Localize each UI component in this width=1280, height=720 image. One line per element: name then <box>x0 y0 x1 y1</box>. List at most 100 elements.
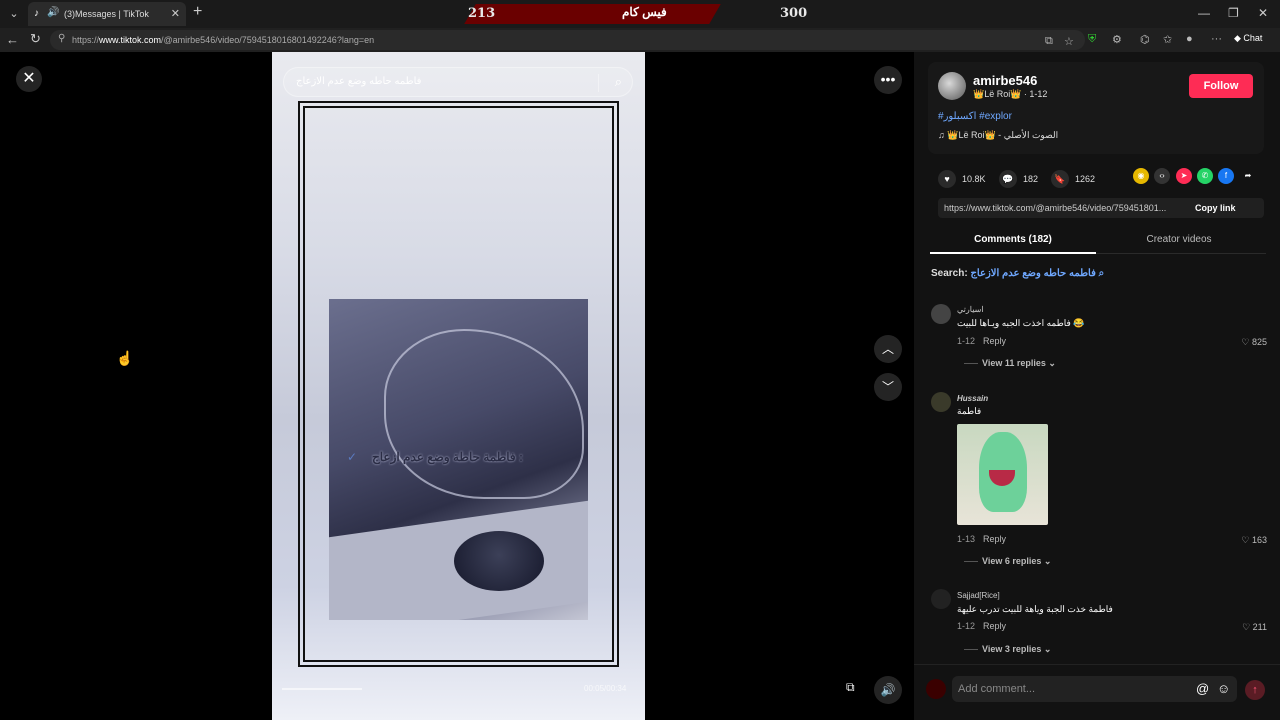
post-hashtags[interactable]: #اكسبلور #explor <box>938 111 1012 122</box>
bookmark-icon: 🔖 <box>1051 170 1069 188</box>
reply-button[interactable]: Reply <box>983 534 1006 544</box>
comment-input[interactable]: Add comment... @ ☺ <box>952 676 1237 702</box>
split-screen-icon[interactable]: ⌬ <box>1140 33 1150 46</box>
comment-like[interactable]: ♡ 163 <box>1241 535 1267 546</box>
video-search-query: فاطمه حاطه وضع عدم الازعاج <box>296 76 422 87</box>
comment-text: فاطمه اخذت الجبه ويـاها للبيت 😂 <box>957 318 1085 328</box>
back-arrow-icon[interactable]: ← <box>6 32 19 47</box>
share-arrow-icon[interactable]: ➦ <box>1240 168 1256 184</box>
video-progress-bar[interactable] <box>282 688 362 690</box>
maximize-icon[interactable]: ❐ <box>1228 6 1239 20</box>
commenter-avatar[interactable] <box>931 304 951 324</box>
facebook-icon[interactable]: f <box>1218 168 1234 184</box>
send-to-friend-icon[interactable]: ➤ <box>1176 168 1192 184</box>
comment-text: فاطمة خذت الجبة وياهة للبيت تدرب عليهة <box>957 604 1113 614</box>
commenter-avatar[interactable] <box>931 589 951 609</box>
browser-tab-bar: ⌄ ♪ 🔊 (3)Messages | TikTok ✕ + 213 فيس ك… <box>0 0 1280 28</box>
overlay-check-icon: ✓ <box>347 450 358 464</box>
browser-tab[interactable]: ♪ 🔊 (3)Messages | TikTok ✕ <box>28 2 186 26</box>
comment-count[interactable]: 💬 182 <box>999 170 1038 188</box>
commenter-name[interactable]: Sajjad[Rice] <box>957 591 1000 600</box>
address-bar-row: ← ↻ ⚲ https://www.tiktok.com/@amirbe546/… <box>0 28 1280 52</box>
mention-icon[interactable]: @ <box>1196 681 1209 696</box>
tiktok-favicon-icon: ♪ <box>34 8 39 19</box>
previous-video-icon[interactable]: ︿ <box>874 335 902 363</box>
tab-list-icon[interactable]: ⌄ <box>6 6 22 22</box>
comment-like[interactable]: ♡ 825 <box>1241 337 1267 348</box>
comment-sticker-image[interactable] <box>957 424 1048 525</box>
copilot-chat-button[interactable]: ◆ Chat <box>1234 33 1262 44</box>
follow-button[interactable]: Follow <box>1189 74 1253 98</box>
view-replies-button[interactable]: View 6 replies ⌄ <box>964 556 1051 567</box>
commenter-name[interactable]: اسيارتي <box>957 305 984 314</box>
comment-placeholder: Add comment... <box>958 683 1036 695</box>
like-count[interactable]: ♥ 10.8K <box>938 170 986 188</box>
author-subline: 👑Lë Roi👑 · 1-12 <box>973 89 1048 99</box>
site-info-icon[interactable]: ⚲ <box>58 33 65 44</box>
commenter-name[interactable]: Hussain <box>957 394 988 403</box>
heart-icon: ♥ <box>938 170 956 188</box>
search-icon[interactable]: ⌕ <box>615 74 622 90</box>
reload-icon[interactable]: ↻ <box>30 31 41 47</box>
video-link: https://www.tiktok.com/@amirbe546/video/… <box>944 203 1167 213</box>
score-title: فيس كام <box>622 5 667 19</box>
search-query-link[interactable]: فاطمه حاطه وضع عدم الازعاج <box>970 268 1095 279</box>
more-options-icon[interactable]: ••• <box>874 66 902 94</box>
url-field[interactable]: ⚲ https://www.tiktok.com/@amirbe546/vide… <box>50 30 1085 50</box>
shield-extension-icon[interactable]: ⛨ <box>1088 33 1096 46</box>
next-video-icon[interactable]: ﹀ <box>874 373 902 401</box>
tab-title: (3)Messages | TikTok <box>64 9 149 19</box>
close-video-icon[interactable]: ✕ <box>16 66 42 92</box>
post-music[interactable]: ♫ 👑Lë Roi👑 - الصوت الأصلي <box>938 130 1058 141</box>
new-tab-icon[interactable]: + <box>193 3 202 21</box>
author-avatar[interactable] <box>938 72 966 100</box>
search-icon: ⌕ <box>1098 268 1105 279</box>
volume-icon[interactable]: 🔊 <box>874 676 902 704</box>
emoji-icon[interactable]: ☺ <box>1217 681 1230 696</box>
video-time: 00:05/00:34 <box>584 684 627 693</box>
video-viewer: ✕ ✓ فاطمة حاطة وضع عدم ازعاج : 00:05/00:… <box>0 52 914 720</box>
details-panel: amirbe546 👑Lë Roi👑 · 1-12 Follow #اكسبلو… <box>914 52 1280 720</box>
settings-menu-icon[interactable]: ··· <box>1211 33 1222 45</box>
search-label: Search: <box>931 268 968 279</box>
view-replies-button[interactable]: View 11 replies ⌄ <box>964 358 1056 369</box>
picture-in-picture-icon[interactable]: ⧉ <box>846 680 855 695</box>
tab-creator-videos[interactable]: Creator videos <box>1096 234 1262 245</box>
post-comment-icon[interactable]: ↑ <box>1245 680 1265 700</box>
reply-button[interactable]: Reply <box>983 621 1006 631</box>
reply-button[interactable]: Reply <box>983 336 1006 346</box>
comment-meta: 1-12 Reply <box>957 336 1007 346</box>
whatsapp-icon[interactable]: ✆ <box>1197 168 1213 184</box>
embed-badge-icon[interactable]: ◉ <box>1133 168 1149 184</box>
url-text: https://www.tiktok.com/@amirbe546/video/… <box>72 35 375 45</box>
add-comment-bar: Add comment... @ ☺ ↑ <box>914 664 1280 720</box>
audio-playing-icon[interactable]: 🔊 <box>47 7 59 18</box>
comment-meta: 1-12 Reply <box>957 621 1007 631</box>
open-in-app-icon[interactable]: ⧉ <box>1045 35 1053 48</box>
current-user-avatar <box>926 679 946 699</box>
comment-text: فاطمة <box>957 406 982 416</box>
comment-like[interactable]: ♡ 211 <box>1242 622 1267 633</box>
panel-tabs: Comments (182) Creator videos <box>930 226 1266 254</box>
favorites-icon[interactable]: ✩ <box>1163 33 1172 46</box>
copy-link-button[interactable]: Copy link <box>1195 203 1236 213</box>
tab-comments[interactable]: Comments (182) <box>930 234 1096 245</box>
video-player[interactable]: ✓ فاطمة حاطة وضع عدم ازعاج : 00:05/00:34 <box>272 52 645 720</box>
score-right: 300 <box>780 6 808 21</box>
tab-close-icon[interactable]: ✕ <box>171 7 180 20</box>
score-left: 213 <box>468 6 496 21</box>
video-search-bar[interactable]: فاطمه حاطه وضع عدم الازعاج ⌕ <box>283 67 633 97</box>
save-count[interactable]: 🔖 1262 <box>1051 170 1095 188</box>
favorite-star-icon[interactable]: ☆ <box>1064 35 1074 48</box>
window-close-icon[interactable]: ✕ <box>1258 6 1268 20</box>
author-username[interactable]: amirbe546 <box>973 73 1037 88</box>
view-replies-button[interactable]: View 3 replies ⌄ <box>964 644 1051 655</box>
comment-icon: 💬 <box>999 170 1017 188</box>
commenter-avatar[interactable] <box>931 392 951 412</box>
profile-avatar-icon[interactable]: ● <box>1186 33 1193 45</box>
embed-code-icon[interactable]: ‹› <box>1154 168 1170 184</box>
comment-search-suggestion[interactable]: Search: فاطمه حاطه وضع عدم الازعاج ⌕ <box>931 268 1104 279</box>
extensions-icon[interactable]: ⚙ <box>1112 33 1122 46</box>
mouse-cursor-icon: ☝ <box>116 350 134 366</box>
minimize-icon[interactable]: — <box>1198 6 1210 20</box>
